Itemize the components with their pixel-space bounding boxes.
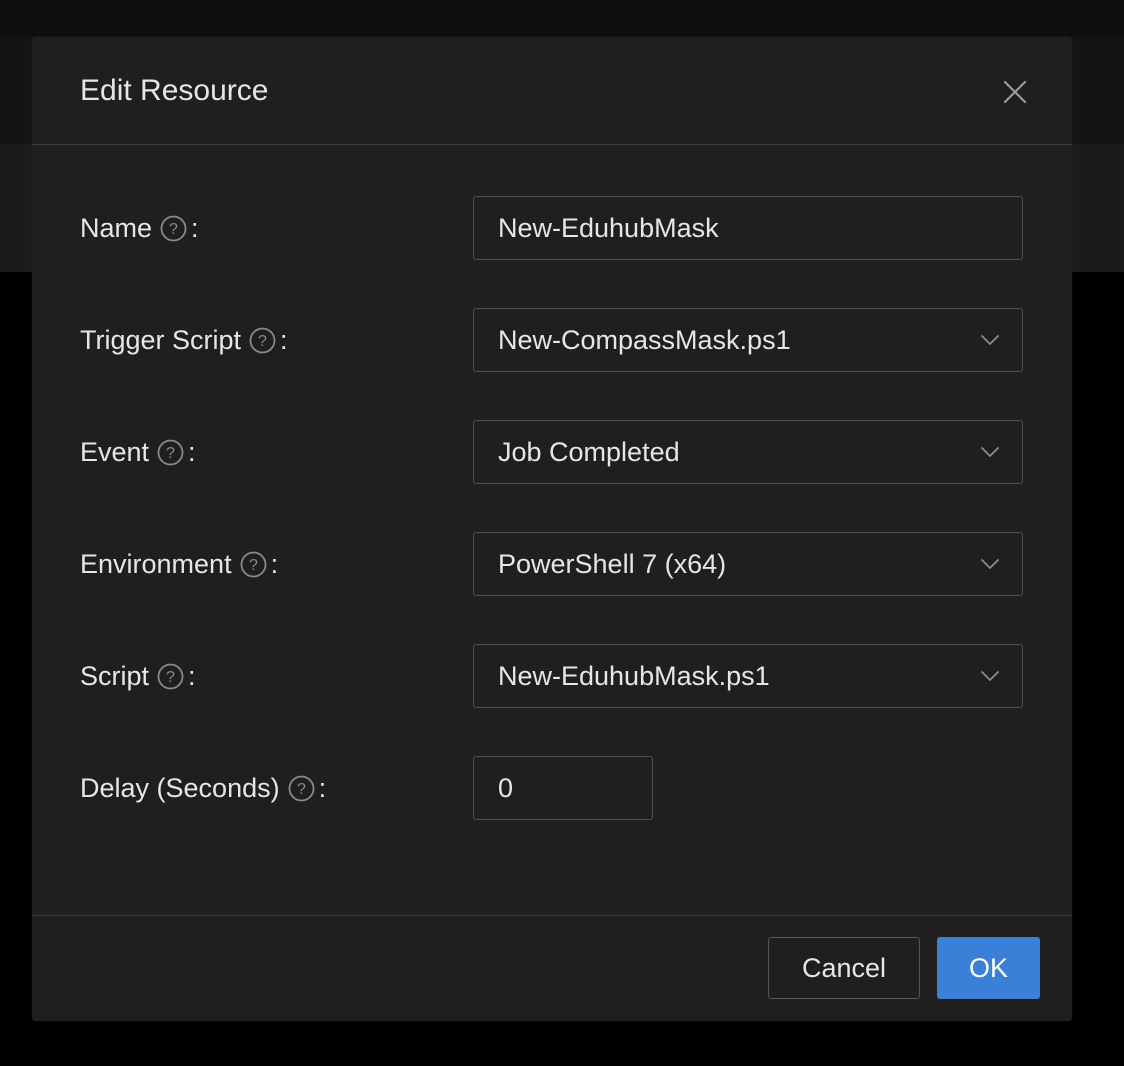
- question-circle-icon[interactable]: ?: [160, 215, 187, 242]
- label-colon: :: [188, 436, 196, 467]
- name-label: Name: [80, 212, 153, 243]
- event-label: Event: [80, 436, 150, 467]
- chevron-down-icon: [981, 335, 999, 345]
- delay-label: Delay (Seconds): [80, 772, 280, 803]
- svg-text:?: ?: [297, 781, 306, 798]
- form-row-name: Name ? : New-EduhubMask: [32, 196, 1072, 260]
- script-value: New-EduhubMask.ps1: [498, 660, 770, 691]
- form-row-environment: Environment ? : PowerShell 7 (x64): [32, 532, 1072, 596]
- trigger-script-label-group: Trigger Script ? :: [80, 308, 288, 372]
- form-row-delay: Delay (Seconds) ? : 0: [32, 756, 1072, 820]
- dialog-title: Edit Resource: [80, 74, 269, 107]
- cancel-button[interactable]: Cancel: [768, 937, 920, 999]
- backdrop-top: [0, 0, 1124, 36]
- trigger-script-value: New-CompassMask.ps1: [498, 324, 791, 355]
- label-colon: :: [318, 772, 327, 803]
- label-colon: :: [280, 324, 288, 355]
- label-colon: :: [191, 212, 199, 243]
- chevron-down-icon: [981, 559, 999, 569]
- environment-value: PowerShell 7 (x64): [498, 548, 727, 579]
- svg-text:?: ?: [166, 669, 175, 686]
- form-row-trigger-script: Trigger Script ? : New-CompassMask.ps1: [32, 308, 1072, 372]
- svg-text:?: ?: [169, 221, 178, 238]
- dialog-footer: Cancel OK: [32, 915, 1072, 1021]
- svg-text:?: ?: [166, 445, 175, 462]
- trigger-script-select[interactable]: New-CompassMask.ps1: [473, 308, 1023, 372]
- edit-resource-dialog: Edit Resource Name ? : New-EduhubMask Tr…: [32, 37, 1072, 1021]
- question-circle-icon[interactable]: ?: [157, 663, 184, 690]
- label-colon: :: [270, 548, 279, 579]
- question-circle-icon[interactable]: ?: [288, 775, 315, 802]
- svg-text:?: ?: [258, 333, 267, 350]
- name-input[interactable]: New-EduhubMask: [473, 196, 1023, 260]
- form-row-script: Script ? : New-EduhubMask.ps1: [32, 644, 1072, 708]
- environment-select[interactable]: PowerShell 7 (x64): [473, 532, 1023, 596]
- event-label-group: Event ? :: [80, 420, 196, 484]
- dialog-header: Edit Resource: [32, 37, 1072, 145]
- script-label-group: Script ? :: [80, 644, 196, 708]
- question-circle-icon[interactable]: ?: [249, 327, 276, 354]
- environment-label: Environment: [80, 548, 232, 579]
- delay-label-group: Delay (Seconds) ? :: [80, 756, 326, 820]
- label-colon: :: [188, 660, 196, 691]
- question-circle-icon[interactable]: ?: [240, 551, 267, 578]
- script-select[interactable]: New-EduhubMask.ps1: [473, 644, 1023, 708]
- trigger-script-label: Trigger Script: [80, 324, 242, 355]
- ok-button[interactable]: OK: [937, 937, 1040, 999]
- form-row-event: Event ? : Job Completed: [32, 420, 1072, 484]
- chevron-down-icon: [981, 447, 999, 457]
- svg-text:?: ?: [249, 557, 258, 574]
- delay-seconds-input[interactable]: 0: [473, 756, 653, 820]
- script-label: Script: [80, 660, 150, 691]
- delay-seconds-value: 0: [498, 772, 514, 803]
- environment-label-group: Environment ? :: [80, 532, 278, 596]
- close-icon: [1003, 80, 1027, 104]
- close-button[interactable]: [1000, 77, 1030, 107]
- event-select[interactable]: Job Completed: [473, 420, 1023, 484]
- question-circle-icon[interactable]: ?: [157, 439, 184, 466]
- chevron-down-icon: [981, 671, 999, 681]
- event-value: Job Completed: [498, 436, 680, 467]
- name-label-group: Name ? :: [80, 196, 199, 260]
- name-input-value: New-EduhubMask: [498, 212, 719, 243]
